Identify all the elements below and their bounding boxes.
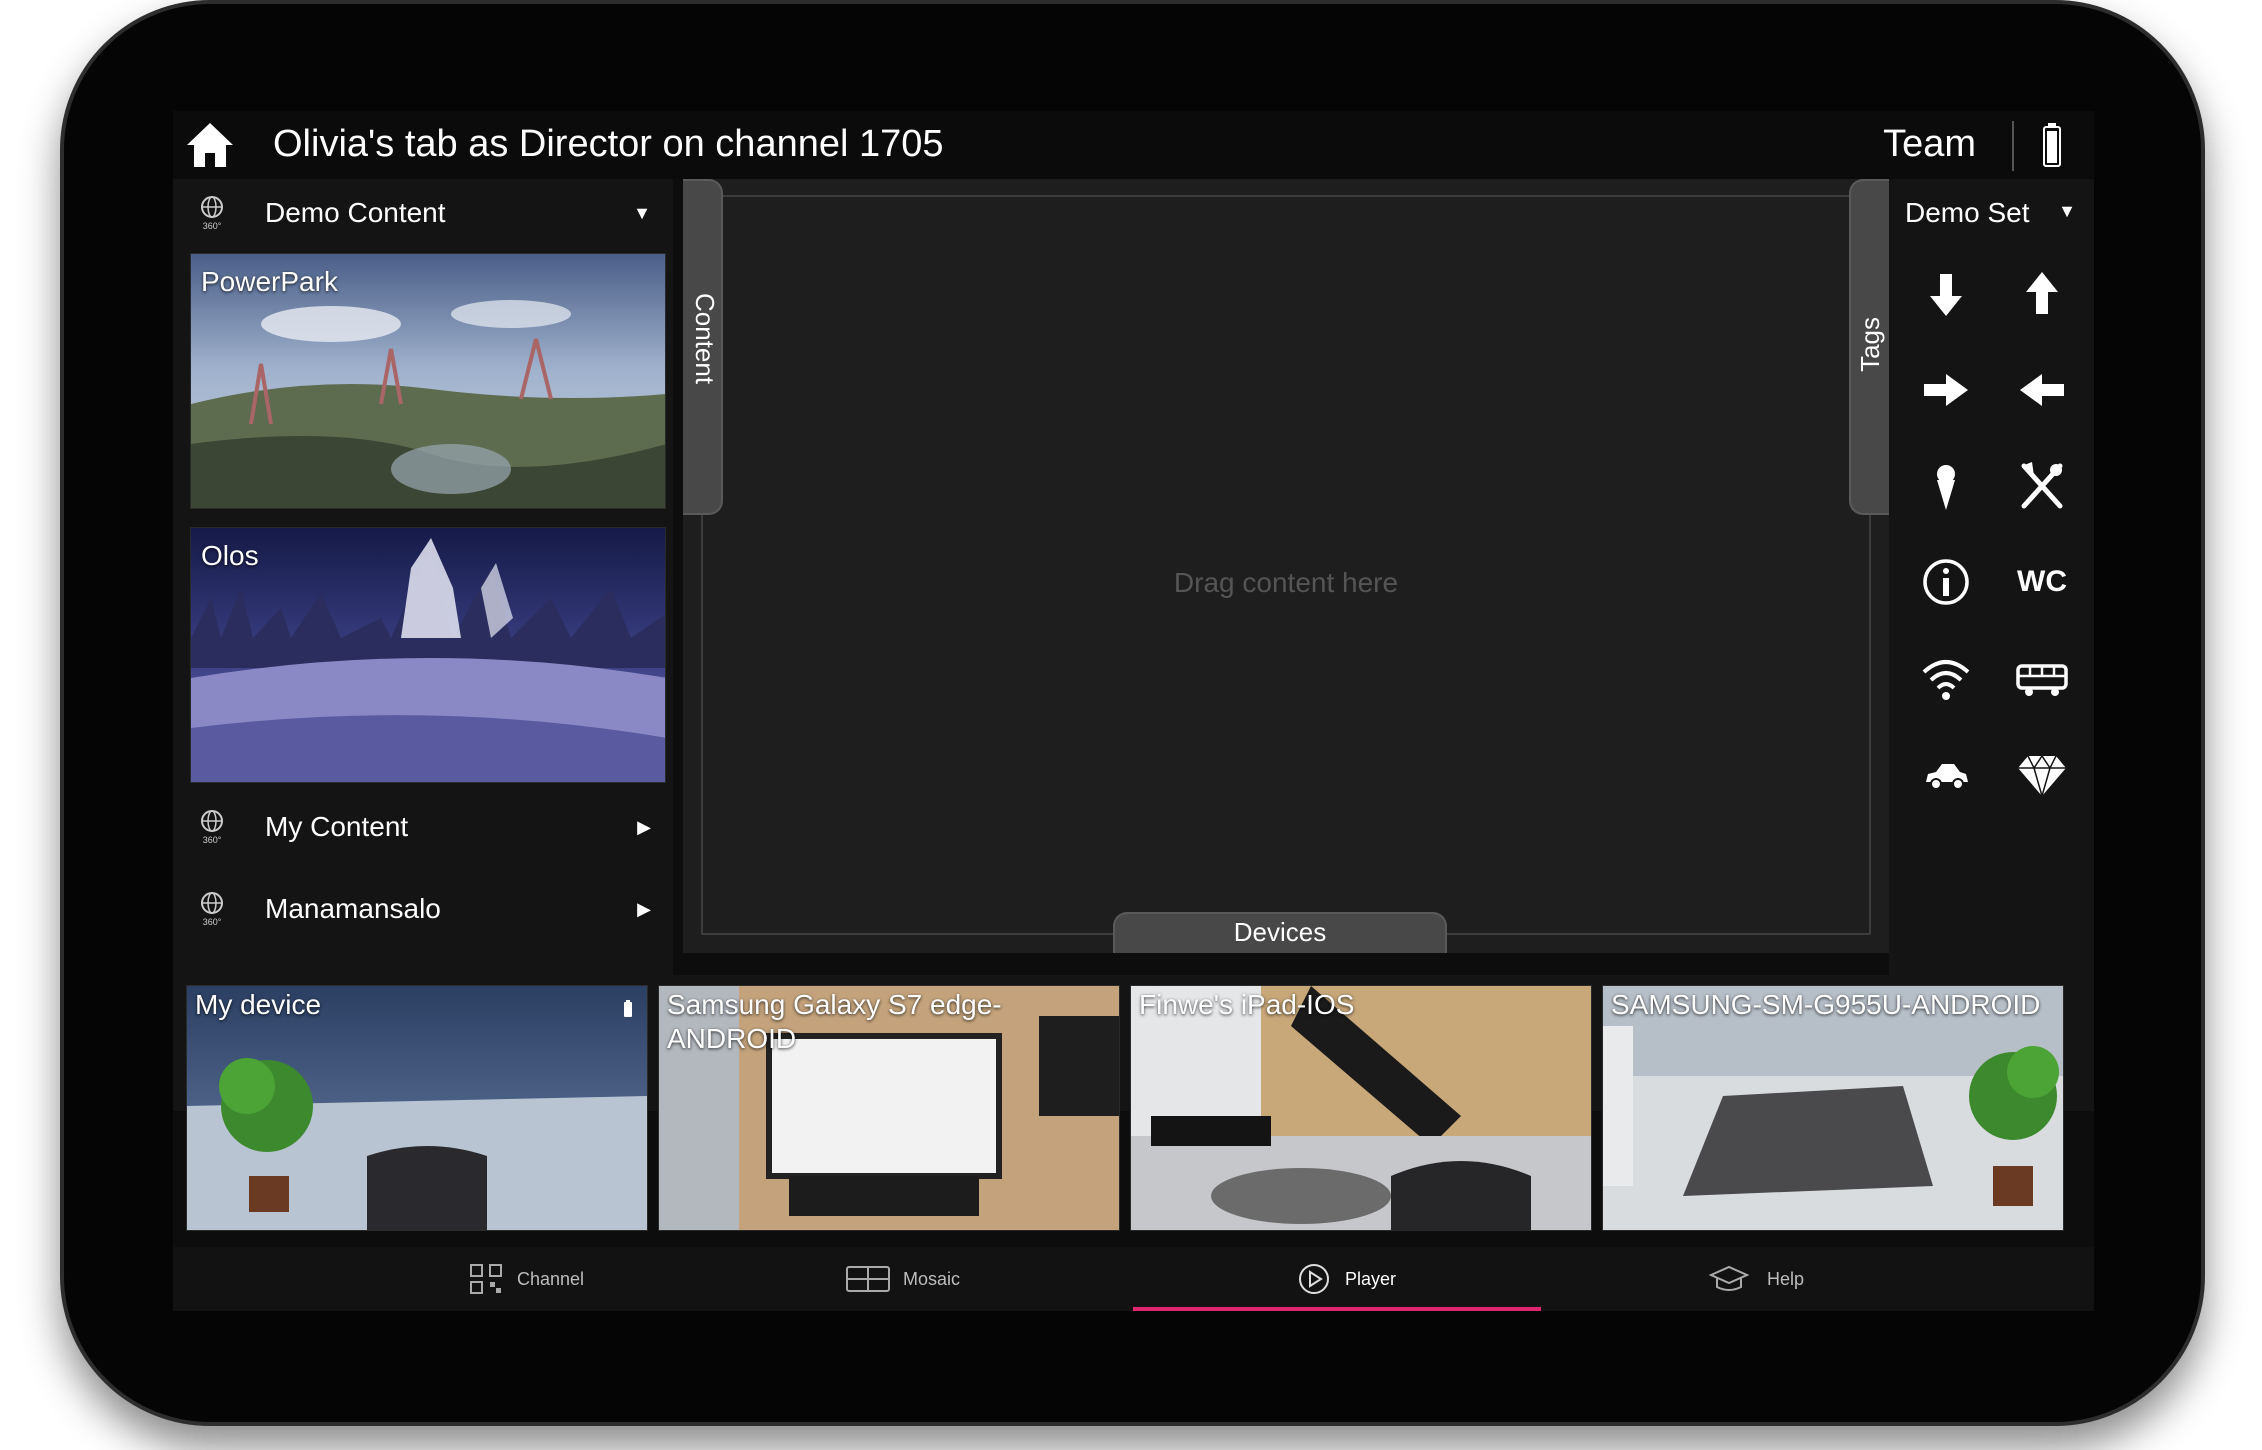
- content-item-olos[interactable]: Olos: [190, 527, 666, 783]
- svg-text:360°: 360°: [203, 221, 222, 231]
- caret-right-icon: ▶: [637, 899, 651, 919]
- device-preview: [1603, 986, 2063, 1230]
- nav-mosaic[interactable]: Mosaic: [671, 1247, 1079, 1311]
- device-name: My device: [195, 989, 322, 1020]
- content-item-powerpark[interactable]: PowerPark: [190, 253, 666, 509]
- content-drop-zone[interactable]: Drag content here: [701, 195, 1871, 935]
- battery-small-icon: [624, 1000, 632, 1017]
- olos-thumbnail: [191, 528, 665, 782]
- svg-text:360°: 360°: [203, 917, 222, 927]
- content-drawer-tab[interactable]: Content: [683, 179, 723, 515]
- fork-knife-icon[interactable]: [2007, 451, 2077, 521]
- device-card[interactable]: Finwe's iPad-IOS: [1130, 985, 1592, 1231]
- category-label: Manamansalo: [265, 893, 441, 924]
- header-divider: [2012, 121, 2014, 171]
- nav-label: Mosaic: [903, 1269, 961, 1289]
- category-manamansalo[interactable]: 360° Manamansalo ▶: [173, 875, 673, 941]
- bus-icon[interactable]: [2007, 643, 2077, 713]
- tag-set-dropdown[interactable]: Demo Set ▼: [1889, 179, 2094, 245]
- drop-placeholder: Drag content here: [1173, 567, 1399, 598]
- content-library-panel: 360° Demo Content ▼ PowerPark Olos 360° …: [173, 179, 673, 975]
- page-title: Olivia's tab as Director on channel 1705: [273, 123, 944, 165]
- device-name: SAMSUNG-SM-G955U-ANDROID: [1611, 989, 2041, 1020]
- nav-help[interactable]: Help: [1541, 1247, 1949, 1311]
- home-icon[interactable]: [185, 121, 235, 169]
- category-label: My Content: [265, 811, 409, 842]
- mosaic-icon: [846, 1266, 890, 1292]
- globe-360-icon: 360°: [201, 892, 223, 927]
- active-tab-indicator: [1133, 1307, 1541, 1311]
- device-preview: [1131, 986, 1591, 1230]
- wc-label: WC: [2017, 565, 2067, 598]
- content-tab-label: Content: [690, 293, 720, 385]
- info-icon[interactable]: [1911, 547, 1981, 617]
- wifi-icon[interactable]: [1911, 643, 1981, 713]
- category-label: Demo Content: [265, 197, 446, 228]
- qr-code-icon: [470, 1264, 502, 1294]
- device-preview: [187, 986, 647, 1230]
- device-name: Samsung Galaxy S7 edge-ANDROID: [667, 989, 1002, 1054]
- nav-player[interactable]: Player: [1133, 1247, 1541, 1311]
- caret-down-icon: ▼: [633, 203, 651, 223]
- category-my-content[interactable]: 360° My Content ▶: [173, 793, 673, 859]
- device-card[interactable]: Samsung Galaxy S7 edge-ANDROID: [658, 985, 1120, 1231]
- wc-icon[interactable]: WC: [2007, 547, 2077, 617]
- device-name: Finwe's iPad-IOS: [1139, 989, 1355, 1020]
- arrow-left-icon[interactable]: [2007, 355, 2077, 425]
- player-canvas: Drag content here Content Tags Devices: [683, 179, 1889, 953]
- nav-label: Player: [1345, 1269, 1397, 1289]
- ice-cream-icon[interactable]: [1911, 451, 1981, 521]
- tags-drawer-tab[interactable]: Tags: [1849, 179, 1889, 515]
- app-header: Olivia's tab as Director on channel 1705…: [173, 111, 2094, 179]
- device-card[interactable]: My device: [186, 985, 648, 1231]
- tags-panel: Demo Set ▼ WC: [1889, 179, 2094, 975]
- caret-down-icon: ▼: [2058, 201, 2076, 221]
- nav-label: Help: [1767, 1269, 1805, 1289]
- nav-label: Channel: [517, 1269, 585, 1289]
- devices-tab-label: Devices: [1233, 917, 1327, 947]
- arrow-up-icon[interactable]: [2007, 259, 2077, 329]
- globe-360-icon: 360°: [201, 810, 223, 845]
- devices-drawer-tab[interactable]: Devices: [1113, 912, 1447, 953]
- nav-channel[interactable]: Channel: [263, 1247, 671, 1311]
- car-icon[interactable]: [1911, 739, 1981, 809]
- graduation-cap-icon: [1709, 1265, 1749, 1291]
- arrow-right-icon[interactable]: [1911, 355, 1981, 425]
- caret-right-icon: ▶: [637, 817, 651, 837]
- svg-text:360°: 360°: [203, 835, 222, 845]
- battery-icon: [2043, 123, 2061, 167]
- devices-strip: My device Samsung Galaxy S7 edge-ANDROID: [173, 975, 2094, 1231]
- content-item-label: PowerPark: [201, 266, 338, 297]
- content-item-label: Olos: [201, 540, 259, 571]
- category-demo-content[interactable]: 360° Demo Content ▼: [173, 179, 673, 245]
- arrow-down-icon[interactable]: [1911, 259, 1981, 329]
- play-icon: [1299, 1264, 1329, 1294]
- team-button[interactable]: Team: [1883, 123, 1976, 166]
- tags-tab-label: Tags: [1855, 317, 1885, 372]
- diamond-icon[interactable]: [2007, 739, 2077, 809]
- tag-set-label: Demo Set: [1905, 197, 2030, 228]
- device-card[interactable]: SAMSUNG-SM-G955U-ANDROID: [1602, 985, 2064, 1231]
- app-screen: Olivia's tab as Director on channel 1705…: [173, 111, 2094, 1311]
- globe-360-icon: 360°: [201, 196, 223, 231]
- bottom-navigation: Channel Mosaic Player Help: [173, 1247, 2094, 1311]
